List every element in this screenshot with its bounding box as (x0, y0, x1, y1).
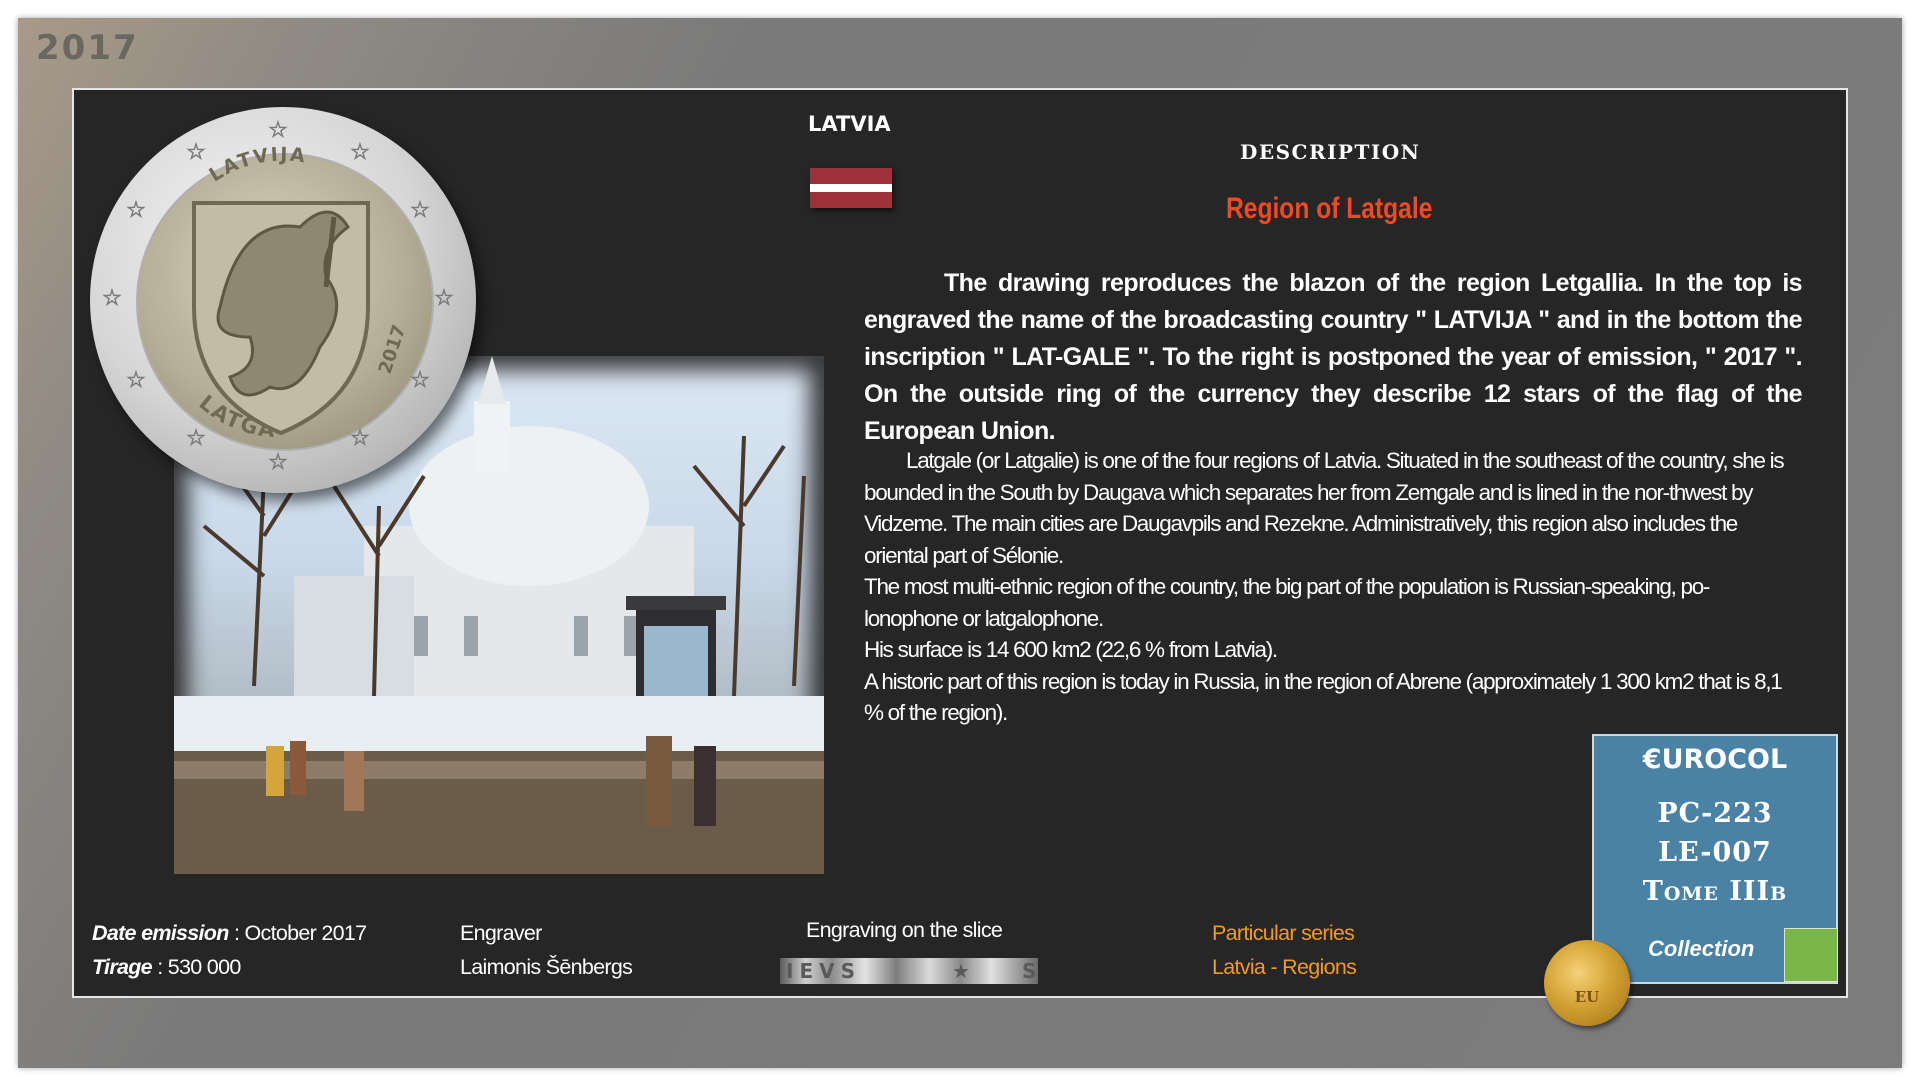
svg-text:☆: ☆ (434, 285, 454, 310)
region-text-line: A historic part of this region is today … (864, 668, 1783, 726)
series-value: Latvia - Regions (1212, 955, 1357, 979)
country-name: LATVIA (808, 112, 891, 136)
series-label: Particular series (1212, 921, 1355, 945)
coin-year: 2017 (375, 322, 410, 376)
date-emission: Date emission : October 2017 (92, 921, 368, 945)
collection-checkbox[interactable] (1784, 928, 1838, 982)
svg-text:☆: ☆ (102, 285, 122, 310)
engraver-label: Engraver (460, 921, 542, 945)
year-badge: 2017 (36, 28, 139, 68)
region-title: Region of Latgale (1226, 192, 1433, 225)
slice-label: Engraving on the slice (806, 918, 1003, 942)
tirage-label: Tirage (92, 955, 153, 979)
region-text-line: Latgale (or Latgalie) is one of the four… (864, 448, 1785, 568)
svg-text:☆: ☆ (410, 367, 430, 392)
eu-seal-icon: EU (1544, 940, 1630, 1026)
svg-text:☆: ☆ (186, 139, 206, 164)
engraver-value: Laimonis Šēnbergs (460, 955, 633, 979)
eurocol-tome: Tome IIIb (1642, 876, 1788, 907)
edge-engraving-image: IEVS ★ S (780, 958, 1038, 984)
svg-text:LATVIJA: LATVIJA (205, 144, 308, 187)
svg-text:☆: ☆ (350, 139, 370, 164)
description-heading: DESCRIPTION (1240, 140, 1421, 164)
svg-text:☆: ☆ (126, 197, 146, 222)
svg-text:☆: ☆ (126, 367, 146, 392)
eurocol-title: €UROCOL (1642, 744, 1788, 775)
region-description-paragraph: Latgale (or Latgalie) is one of the four… (864, 445, 1802, 729)
eurocol-code-le: LE-007 (1658, 837, 1772, 868)
coin-top-inscription: LATVIJA (205, 144, 306, 187)
svg-text:☆: ☆ (350, 425, 370, 450)
coin-design: ☆ ☆ ☆ ☆ ☆ ☆ ☆ ☆ ☆ ☆ ☆ ☆ LATVIJA LATGALE … (90, 107, 454, 474)
date-value: October 2017 (244, 921, 368, 945)
collection-label: Collection (1648, 936, 1755, 961)
date-label: Date emission (92, 921, 229, 945)
tirage: Tirage : 530 000 (92, 955, 242, 979)
latvia-flag-icon (810, 168, 892, 208)
coin-image: ☆ ☆ ☆ ☆ ☆ ☆ ☆ ☆ ☆ ☆ ☆ ☆ LATVIJA LATGALE … (90, 107, 476, 493)
svg-text:☆: ☆ (268, 117, 288, 142)
svg-text:☆: ☆ (268, 449, 288, 474)
eurocol-code-pc: PC-223 (1657, 798, 1773, 829)
region-text-line: The most multi-ethnic region of the coun… (864, 574, 1710, 631)
seal-text: EU (1574, 988, 1600, 1006)
coin-description-paragraph: The drawing reproduces the blazon of the… (864, 269, 1803, 445)
eurocol-reference-box: €UROCOL PC-223 LE-007 Tome IIIb Collecti… (1592, 734, 1838, 984)
tirage-value: 530 000 (167, 955, 242, 979)
region-text-line: His surface is 14 600 km2 (22,6 % from L… (864, 637, 1278, 662)
svg-text:☆: ☆ (186, 425, 206, 450)
svg-text:☆: ☆ (410, 197, 430, 222)
